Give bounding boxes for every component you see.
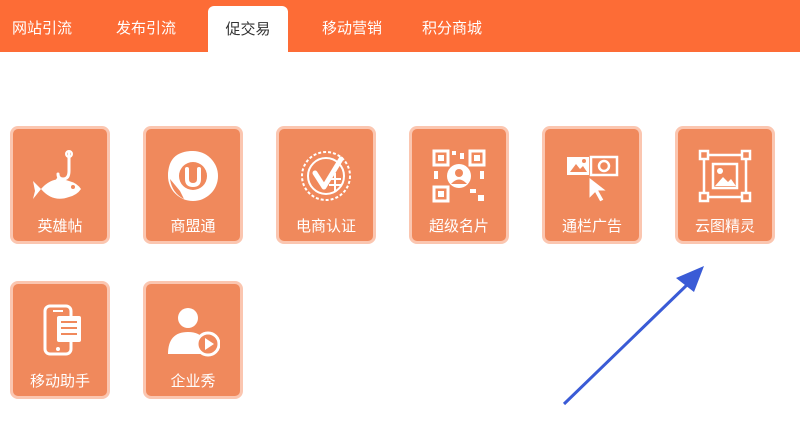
tile-label: 云图精灵 (694, 217, 755, 235)
tile-hero-post[interactable]: 英雄帖 (10, 126, 110, 244)
tile-ecommerce-certification[interactable]: 电商认证 (276, 126, 376, 244)
fish-hook-icon (33, 150, 81, 199)
banner-ad-cursor-icon (567, 155, 619, 203)
mobile-phone-icon (43, 304, 81, 356)
top-nav-bar: 网站引流 发布引流 促交易 移动营销 积分商城 (0, 0, 800, 52)
certification-seal-icon (301, 151, 351, 201)
tab-publish-traffic[interactable]: 发布引流 (102, 0, 190, 52)
tile-super-card[interactable]: 超级名片 (409, 126, 509, 244)
qr-profile-icon (432, 149, 486, 203)
image-frame-icon (698, 149, 752, 203)
tile-enterprise-show[interactable]: 企业秀 (143, 281, 243, 399)
tile-business-alliance[interactable]: 商盟通 (143, 126, 243, 244)
tile-label: 企业秀 (170, 372, 216, 390)
tile-cloud-image-sprite[interactable]: 云图精灵 (675, 126, 775, 244)
tab-points-mall[interactable]: 积分商城 (410, 0, 494, 52)
tile-label: 英雄帖 (37, 217, 83, 235)
tile-banner-ad[interactable]: 通栏广告 (542, 126, 642, 244)
tile-label: 电商认证 (295, 217, 356, 235)
tile-label: 超级名片 (428, 217, 489, 235)
tile-mobile-assistant[interactable]: 移动助手 (10, 281, 110, 399)
tab-mobile-marketing[interactable]: 移动营销 (308, 0, 396, 52)
tile-label: 移动助手 (29, 372, 90, 390)
tab-website-traffic[interactable]: 网站引流 (0, 0, 84, 52)
u-logo-icon (168, 151, 218, 201)
tab-promote-trade[interactable]: 促交易 (208, 6, 288, 52)
person-play-icon (168, 308, 220, 357)
tile-label: 商盟通 (170, 217, 216, 235)
tile-label: 通栏广告 (561, 217, 622, 235)
